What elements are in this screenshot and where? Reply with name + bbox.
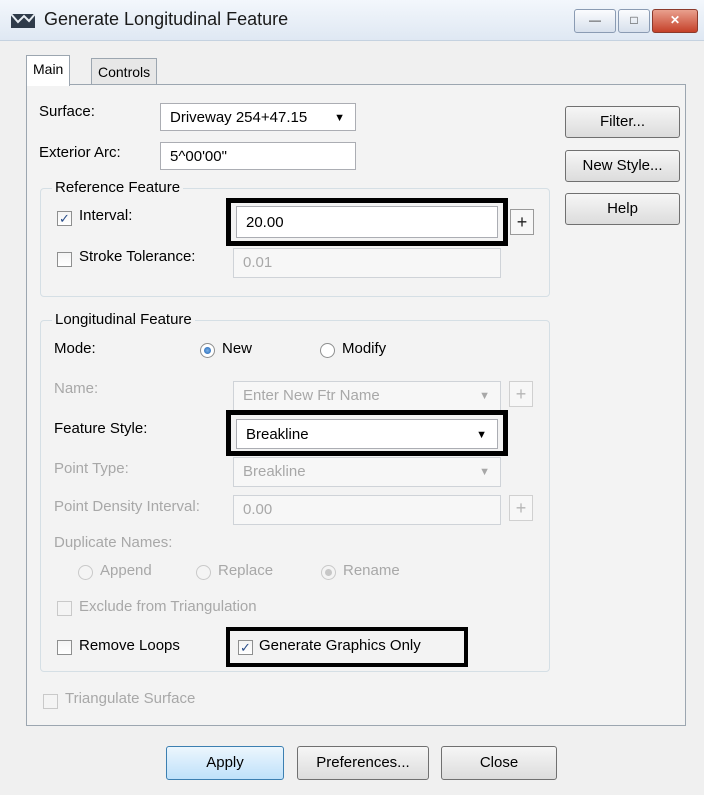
duplicate-names-label: Duplicate Names: [54,534,173,551]
surface-label: Surface: [39,103,95,120]
reference-feature-title: Reference Feature [52,179,184,196]
feature-style-label: Feature Style: [54,420,148,437]
minimize-button[interactable]: — [574,9,616,33]
point-type-dropdown[interactable]: Breakline ▼ [233,457,501,487]
interval-label: Interval: [79,207,133,224]
surface-dropdown[interactable]: Driveway 254+47.15 ▼ [160,103,356,131]
duplicate-append-radio[interactable] [78,565,93,580]
point-type-label: Point Type: [54,460,129,477]
exclude-from-triangulation-label: Exclude from Triangulation [79,598,257,615]
exterior-arc-label: Exterior Arc: [39,144,121,161]
exclude-from-triangulation-checkbox[interactable] [57,601,72,616]
mode-label: Mode: [54,340,96,357]
longitudinal-feature-title: Longitudinal Feature [52,311,195,328]
help-button[interactable]: Help [565,193,680,225]
feature-line-icon [10,13,36,28]
name-label: Name: [54,380,99,397]
point-density-interval-input[interactable]: 0.00 [233,495,501,525]
chevron-down-icon: ▼ [479,390,490,402]
duplicate-rename-radio[interactable] [321,565,336,580]
remove-loops-checkbox[interactable] [57,640,72,655]
stroke-tolerance-label: Stroke Tolerance: [79,248,196,265]
pick-name-icon[interactable]: + [509,381,533,407]
preferences-button[interactable]: Preferences... [297,746,429,780]
apply-button[interactable]: Apply [166,746,284,780]
close-button[interactable]: Close [441,746,557,780]
tab-controls[interactable]: Controls [91,58,158,85]
triangulate-surface-label: Triangulate Surface [65,690,196,707]
pick-point-density-icon[interactable]: + [509,495,533,521]
duplicate-append-label: Append [100,562,152,579]
tab-main[interactable]: Main [26,55,71,86]
duplicate-rename-label: Rename [343,562,400,579]
exterior-arc-input[interactable]: 5^00'00" [160,142,356,170]
close-window-button[interactable]: ✕ [652,9,698,33]
window-title: Generate Longitudinal Feature [44,9,289,29]
feature-style-highlight-box [226,410,508,456]
remove-loops-label: Remove Loops [79,637,180,654]
title-bar[interactable]: Generate Longitudinal Feature — □ ✕ [0,0,704,41]
mode-modify-label: Modify [342,340,387,357]
interval-checkbox[interactable]: ✓ [57,211,72,226]
maximize-button[interactable]: □ [618,9,650,33]
point-density-interval-label: Point Density Interval: [54,498,200,515]
new-style-button[interactable]: New Style... [565,150,680,182]
dialog-window: Generate Longitudinal Feature — □ ✕ Main… [0,0,704,795]
generate-graphics-highlight-box [226,627,468,667]
filter-button[interactable]: Filter... [565,106,680,138]
duplicate-replace-label: Replace [218,562,274,579]
mode-new-label: New [222,340,253,357]
mode-modify-radio[interactable] [320,343,335,358]
interval-highlight-box [226,198,508,246]
stroke-tolerance-checkbox[interactable] [57,252,72,267]
chevron-down-icon: ▼ [334,112,345,124]
name-dropdown[interactable]: Enter New Ftr Name ▼ [233,381,501,411]
mode-new-radio[interactable] [200,343,215,358]
pick-interval-icon[interactable]: + [510,209,534,235]
chevron-down-icon: ▼ [479,466,490,478]
duplicate-replace-radio[interactable] [196,565,211,580]
triangulate-surface-checkbox[interactable] [43,694,58,709]
stroke-tolerance-input[interactable]: 0.01 [233,248,501,278]
